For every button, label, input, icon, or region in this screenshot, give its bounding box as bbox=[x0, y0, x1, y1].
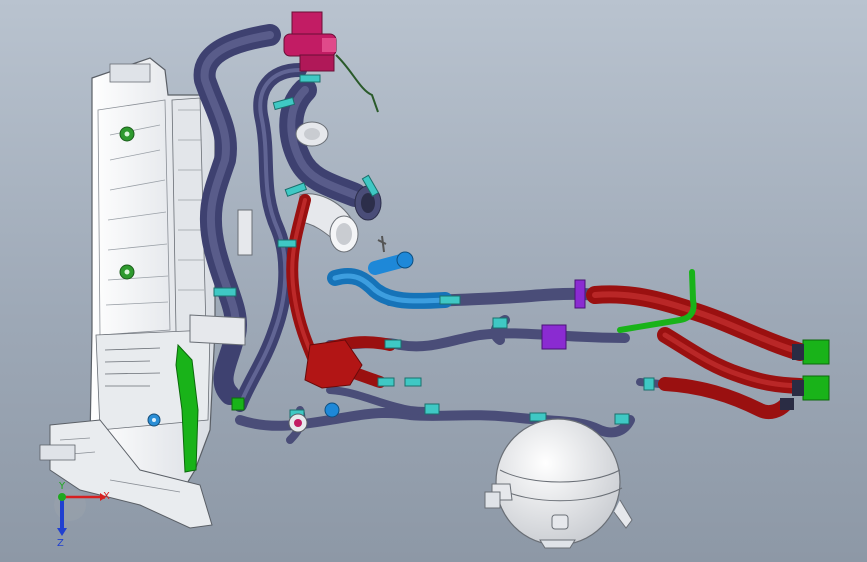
green-wire bbox=[335, 54, 379, 113]
navy-coolant-hoses[interactable] bbox=[193, 24, 674, 444]
blue-hose[interactable] bbox=[327, 253, 453, 309]
axis-label-y: Y bbox=[58, 481, 66, 492]
cad-3d-viewport[interactable]: X Y Z bbox=[0, 0, 867, 562]
magenta-valve-connector[interactable] bbox=[283, 11, 337, 72]
axis-label-z: Z bbox=[57, 538, 64, 549]
axis-label-x: X bbox=[103, 491, 110, 502]
red-coolant-hoses[interactable] bbox=[286, 194, 809, 420]
expansion-tank[interactable] bbox=[484, 418, 633, 549]
blue-hose-end-cap[interactable] bbox=[396, 251, 414, 269]
cooling-hose-assembly-model[interactable]: X Y Z bbox=[0, 0, 867, 562]
